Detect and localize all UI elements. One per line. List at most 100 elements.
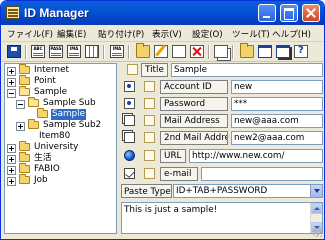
close-button[interactable] (302, 4, 320, 22)
mail-icon[interactable] (124, 168, 135, 179)
tree-item-label: University (34, 142, 79, 152)
paste-type-select[interactable]: ID+TAB+PASSWORD (173, 184, 323, 198)
copy-field-icon[interactable] (124, 81, 135, 92)
new-folder-icon[interactable] (136, 43, 150, 58)
tree-item-label: FABIO (34, 164, 60, 174)
copy-id-icon[interactable]: ABC (31, 45, 45, 58)
field-check-icon[interactable] (144, 81, 155, 92)
edit-icon[interactable] (154, 45, 168, 58)
email-input[interactable] (201, 167, 323, 181)
copy-mail2-icon[interactable]: IMA (110, 45, 124, 58)
globe-icon[interactable] (124, 150, 135, 161)
ima-label: IMA (69, 46, 79, 51)
resize-grip-icon[interactable] (313, 228, 322, 237)
expand-icon[interactable] (7, 78, 16, 87)
copy-mail-icon[interactable]: IMA (67, 45, 81, 58)
tree-item-label: Job (34, 175, 48, 185)
second-mail-label: 2nd Mail Address (160, 131, 228, 145)
copy-field-icon[interactable] (124, 132, 135, 143)
collapse-icon[interactable] (7, 89, 16, 98)
ima2-label: IMA (112, 46, 122, 51)
second-mail-input[interactable]: new2@aaa.com (231, 131, 323, 145)
abc-label: ABC (33, 46, 43, 51)
field-check-icon[interactable] (144, 115, 155, 126)
menu-help[interactable]: ヘルプ(H) (272, 28, 311, 40)
toolbar-separator (232, 45, 234, 59)
tree-item-label: Internet (34, 65, 69, 75)
toolbar-separator (128, 45, 130, 59)
field-check-icon[interactable] (144, 168, 155, 179)
tree-item-label: Item80 (39, 131, 71, 141)
menu-paste[interactable]: 貼り付け(P) (98, 28, 144, 40)
tree-item-label-selected: Sample (51, 109, 86, 120)
pass-label: PASS (50, 46, 62, 51)
copy-password-icon[interactable]: PASS (49, 45, 63, 58)
delete-icon[interactable] (190, 45, 204, 58)
minimize-button[interactable] (258, 4, 276, 22)
field-row: Password *** (121, 97, 323, 111)
expand-icon[interactable] (16, 122, 25, 131)
open-folder-icon[interactable] (240, 43, 254, 58)
mail-address-input[interactable]: new@aaa.com (231, 114, 323, 128)
scroll-up-icon[interactable] (311, 203, 322, 214)
url-input[interactable]: http://www.new.com/ (189, 149, 323, 163)
copy-all-icon[interactable] (85, 45, 99, 58)
tree-item-label: Point (34, 76, 56, 86)
email-label: e-mail (160, 167, 198, 181)
expand-icon[interactable] (7, 155, 16, 164)
memo-textarea[interactable]: This is just a sample! (121, 202, 323, 234)
window-title: ID Manager (24, 6, 89, 20)
menu-settings[interactable]: 設定(O) (192, 28, 223, 40)
tree-item-label: Sample Sub2 (43, 120, 102, 130)
url-label: URL (160, 149, 186, 163)
menu-file[interactable]: ファイル(F) (7, 28, 53, 40)
expand-icon[interactable] (7, 177, 16, 186)
field-row: Account ID new (121, 80, 323, 94)
save-icon[interactable] (7, 45, 21, 58)
title-input[interactable]: Sample (171, 63, 323, 77)
title-row: Title Sample (121, 63, 323, 77)
field-check-icon[interactable] (144, 150, 155, 161)
maximize-button[interactable] (280, 4, 298, 22)
toolbar: ABC PASS IMA IMA (2, 42, 323, 62)
title-bar[interactable]: ID Manager (1, 1, 324, 25)
memo-text: This is just a sample! (124, 205, 218, 215)
folder-icon (19, 152, 30, 162)
field-check-icon[interactable] (144, 132, 155, 143)
expand-icon[interactable] (7, 67, 16, 76)
menu-bar: ファイル(F) 編集(E) 貼り付け(P) 表示(V) 設定(O) ツール(T)… (2, 25, 323, 42)
chevron-down-icon[interactable] (310, 185, 322, 197)
paste-type-label: Paste Type (121, 184, 172, 198)
mail-address-label: Mail Address (160, 114, 228, 128)
folder-icon (19, 141, 30, 151)
help-icon[interactable] (294, 45, 308, 58)
password-label: Password (160, 97, 228, 111)
account-id-label: Account ID (160, 80, 228, 94)
new-item-icon[interactable] (172, 45, 186, 58)
collapse-icon[interactable] (16, 100, 25, 109)
menu-edit[interactable]: 編集(E) (57, 28, 86, 40)
windows-icon[interactable] (276, 45, 290, 58)
title-check-icon[interactable] (127, 64, 138, 75)
app-window: ID Manager ファイル(F) 編集(E) 貼り付け(P) 表示(V) 設… (0, 0, 325, 240)
account-id-input[interactable]: new (231, 80, 323, 94)
folder-icon (19, 64, 30, 74)
expand-icon[interactable] (7, 144, 16, 153)
menu-tools[interactable]: ツール(T) (232, 28, 270, 40)
field-check-icon[interactable] (144, 98, 155, 109)
title-label: Title (141, 63, 168, 77)
folder-icon (28, 119, 39, 129)
password-input[interactable]: *** (231, 97, 323, 111)
window-icon[interactable] (258, 45, 272, 58)
app-icon (6, 6, 20, 19)
field-row: 2nd Mail Address new2@aaa.com (121, 131, 323, 145)
copy-field-icon[interactable] (124, 115, 135, 126)
folder-icon (19, 174, 30, 184)
item-detail-panel: Title Sample Account ID new Password ***… (121, 63, 323, 234)
open-folder-icon (28, 97, 39, 107)
expand-icon[interactable] (7, 166, 16, 175)
folder-tree[interactable]: Internet Point Sample Sample Sub Sample … (4, 63, 117, 234)
menu-view[interactable]: 表示(V) (152, 28, 182, 40)
copy-icon[interactable] (214, 45, 228, 58)
copy-field-icon[interactable] (124, 98, 135, 109)
